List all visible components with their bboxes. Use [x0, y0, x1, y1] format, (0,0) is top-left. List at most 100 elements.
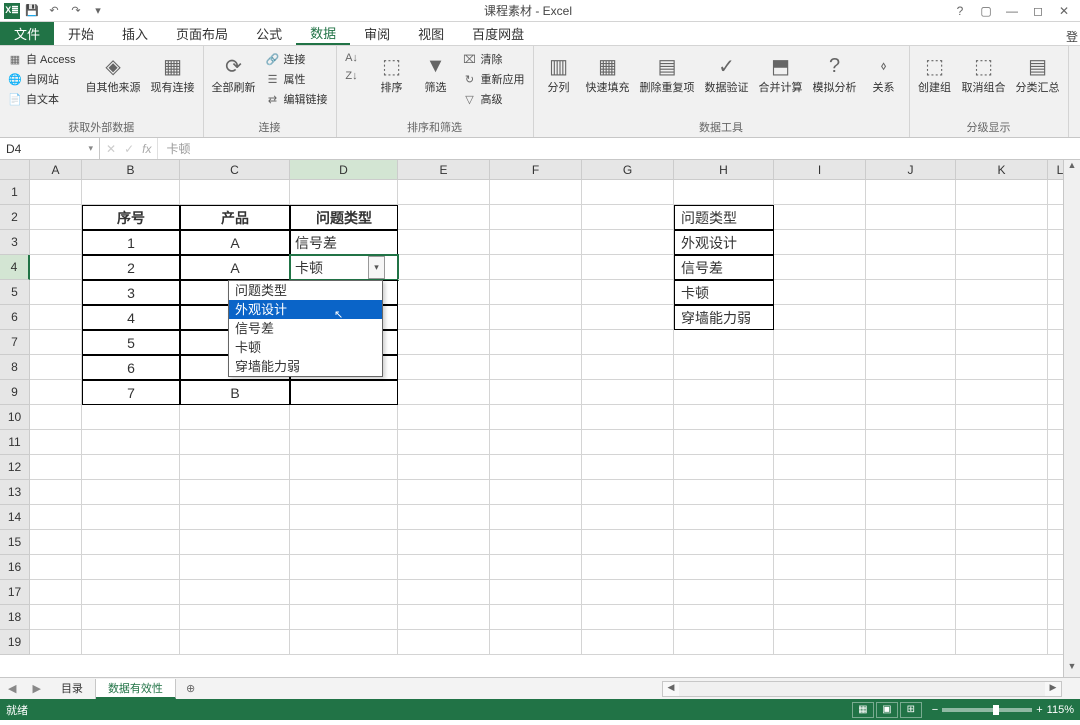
cell-A15[interactable] — [30, 530, 82, 555]
cell-E19[interactable] — [398, 630, 490, 655]
row-header-16[interactable]: 16 — [0, 555, 30, 580]
cell-G3[interactable] — [582, 230, 674, 255]
tab-formulas[interactable]: 公式 — [242, 22, 296, 45]
cell-G2[interactable] — [582, 205, 674, 230]
cell-K19[interactable] — [956, 630, 1048, 655]
cell-I1[interactable] — [774, 180, 866, 205]
cell-E15[interactable] — [398, 530, 490, 555]
cell-K17[interactable] — [956, 580, 1048, 605]
sheet-nav-next-icon[interactable]: ▶ — [24, 682, 48, 695]
btn-data-validation[interactable]: ✓数据验证 — [701, 48, 753, 97]
cell-K5[interactable] — [956, 280, 1048, 305]
cell-K15[interactable] — [956, 530, 1048, 555]
cell-H2[interactable]: 问题类型 — [674, 205, 774, 230]
cell-J4[interactable] — [866, 255, 956, 280]
btn-existing-conn[interactable]: ▦现有连接 — [147, 48, 199, 97]
cell-K3[interactable] — [956, 230, 1048, 255]
cell-F15[interactable] — [490, 530, 582, 555]
col-header-K[interactable]: K — [956, 160, 1048, 180]
cell-I2[interactable] — [774, 205, 866, 230]
cell-B3[interactable]: 1 — [82, 230, 180, 255]
qat-undo[interactable]: ↶ — [44, 2, 64, 20]
zoom-slider[interactable] — [942, 708, 1032, 712]
minimize-button[interactable]: — — [1000, 4, 1024, 18]
cell-E4[interactable] — [398, 255, 490, 280]
tab-file[interactable]: 文件 — [0, 22, 54, 45]
qat-save[interactable]: 💾 — [22, 2, 42, 20]
cell-I19[interactable] — [774, 630, 866, 655]
cell-C2[interactable]: 产品 — [180, 205, 290, 230]
cell-D15[interactable] — [290, 530, 398, 555]
cell-K9[interactable] — [956, 380, 1048, 405]
cell-C15[interactable] — [180, 530, 290, 555]
select-all-corner[interactable] — [0, 160, 30, 180]
cell-A4[interactable] — [30, 255, 82, 280]
scroll-right-icon[interactable]: ▶ — [1045, 682, 1061, 696]
cell-F10[interactable] — [490, 405, 582, 430]
cell-I11[interactable] — [774, 430, 866, 455]
cell-C11[interactable] — [180, 430, 290, 455]
cell-C16[interactable] — [180, 555, 290, 580]
cell-H19[interactable] — [674, 630, 774, 655]
cell-B19[interactable] — [82, 630, 180, 655]
cell-I8[interactable] — [774, 355, 866, 380]
horizontal-scrollbar[interactable]: ◀ ▶ — [662, 681, 1062, 697]
cell-J2[interactable] — [866, 205, 956, 230]
cell-A8[interactable] — [30, 355, 82, 380]
row-header-17[interactable]: 17 — [0, 580, 30, 605]
cell-C4[interactable]: A — [180, 255, 290, 280]
cell-A16[interactable] — [30, 555, 82, 580]
btn-sort-asc[interactable]: A↓ — [341, 50, 369, 66]
col-header-G[interactable]: G — [582, 160, 674, 180]
cell-D12[interactable] — [290, 455, 398, 480]
cell-C14[interactable] — [180, 505, 290, 530]
scroll-down-icon[interactable]: ▼ — [1064, 661, 1080, 677]
cell-B11[interactable] — [82, 430, 180, 455]
btn-filter[interactable]: ▼筛选 — [415, 48, 457, 97]
btn-whatif[interactable]: ?模拟分析 — [809, 48, 861, 97]
cell-H14[interactable] — [674, 505, 774, 530]
name-box[interactable]: D4▾ — [0, 138, 100, 159]
sheet-tab-2[interactable]: 数据有效性 — [96, 679, 176, 699]
validation-item[interactable]: 外观设计 — [229, 300, 382, 319]
btn-from-text[interactable]: 📄自文本 — [4, 90, 80, 108]
cell-F19[interactable] — [490, 630, 582, 655]
cell-I15[interactable] — [774, 530, 866, 555]
cell-H10[interactable] — [674, 405, 774, 430]
cell-E10[interactable] — [398, 405, 490, 430]
btn-relationships[interactable]: ⬫关系 — [863, 48, 905, 97]
cell-K7[interactable] — [956, 330, 1048, 355]
cell-F6[interactable] — [490, 305, 582, 330]
close-button[interactable]: ✕ — [1052, 4, 1076, 18]
cell-I14[interactable] — [774, 505, 866, 530]
cell-E12[interactable] — [398, 455, 490, 480]
cell-I4[interactable] — [774, 255, 866, 280]
cell-K11[interactable] — [956, 430, 1048, 455]
vertical-scrollbar[interactable]: ▲ ▼ — [1063, 160, 1080, 677]
scroll-left-icon[interactable]: ◀ — [663, 682, 679, 696]
cell-F5[interactable] — [490, 280, 582, 305]
row-header-13[interactable]: 13 — [0, 480, 30, 505]
btn-ungroup[interactable]: ⬚取消组合 — [958, 48, 1010, 97]
cell-A3[interactable] — [30, 230, 82, 255]
cell-G1[interactable] — [582, 180, 674, 205]
cell-G7[interactable] — [582, 330, 674, 355]
cell-D2[interactable]: 问题类型 — [290, 205, 398, 230]
cell-C1[interactable] — [180, 180, 290, 205]
cell-G11[interactable] — [582, 430, 674, 455]
cell-G6[interactable] — [582, 305, 674, 330]
view-page-layout-icon[interactable]: ▣ — [876, 702, 898, 718]
col-header-I[interactable]: I — [774, 160, 866, 180]
cell-K10[interactable] — [956, 405, 1048, 430]
cell-J13[interactable] — [866, 480, 956, 505]
cell-G8[interactable] — [582, 355, 674, 380]
cell-G14[interactable] — [582, 505, 674, 530]
cell-C17[interactable] — [180, 580, 290, 605]
cell-A2[interactable] — [30, 205, 82, 230]
cell-H5[interactable]: 卡顿 — [674, 280, 774, 305]
btn-connections[interactable]: 🔗连接 — [262, 50, 332, 68]
col-header-C[interactable]: C — [180, 160, 290, 180]
cancel-edit-icon[interactable]: ✕ — [106, 142, 116, 156]
cell-F14[interactable] — [490, 505, 582, 530]
row-header-14[interactable]: 14 — [0, 505, 30, 530]
